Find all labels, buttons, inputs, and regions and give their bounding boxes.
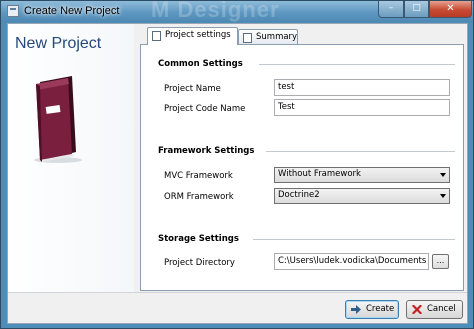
maximize-button[interactable]: □: [404, 1, 429, 18]
window-title: Create New Project: [24, 5, 120, 17]
create-button-label: Create: [366, 304, 395, 314]
dialog-window: M Designer Create New Project – □ ✕ New …: [0, 0, 474, 329]
common-settings-title: Common Settings: [158, 59, 243, 69]
dialog-client-area: New Project Project settings Summary Com…: [7, 23, 468, 324]
settings-page-icon: [152, 31, 161, 41]
summary-page-icon: [243, 33, 252, 43]
tab-page-project-settings: Common Settings Project Name test Projec…: [140, 44, 464, 291]
project-code-name-label: Project Code Name: [164, 104, 246, 114]
page-title: New Project: [15, 35, 102, 52]
tab-project-settings-label: Project settings: [165, 30, 231, 40]
arrow-right-icon: [351, 305, 361, 314]
project-directory-label: Project Directory: [164, 258, 235, 268]
orm-framework-value: Doctrine2: [278, 190, 320, 200]
mvc-framework-value: Without Framework: [278, 169, 361, 179]
bottom-divider: [8, 292, 467, 293]
framework-settings-title: Framework Settings: [158, 146, 255, 156]
storage-settings-divider: [253, 239, 455, 240]
project-directory-field[interactable]: C:\Users\ludek.vodicka\Documents: [274, 253, 429, 270]
chevron-down-icon: [440, 194, 446, 198]
project-name-label: Project Name: [164, 84, 221, 94]
tab-summary[interactable]: Summary: [238, 29, 298, 45]
title-bar[interactable]: M Designer Create New Project – □ ✕: [1, 0, 473, 22]
project-code-name-field[interactable]: Test: [274, 99, 450, 116]
cancel-button[interactable]: Cancel: [406, 300, 463, 319]
left-panel: New Project: [8, 24, 134, 292]
minimize-button[interactable]: –: [378, 1, 404, 18]
book-icon: [34, 76, 82, 163]
title-watermark: M Designer: [151, 0, 280, 22]
cancel-button-label: Cancel: [427, 304, 456, 314]
project-name-field[interactable]: test: [274, 79, 450, 96]
browse-directory-button[interactable]: ...: [432, 254, 449, 269]
chevron-down-icon: [440, 173, 446, 177]
framework-settings-divider: [266, 151, 455, 152]
mvc-framework-label: MVC Framework: [164, 171, 233, 181]
mvc-framework-select[interactable]: Without Framework: [274, 167, 450, 183]
common-settings-divider: [259, 64, 455, 65]
create-button[interactable]: Create: [345, 300, 399, 319]
close-icon: [412, 305, 422, 314]
close-button[interactable]: ✕: [429, 1, 472, 18]
tab-project-settings[interactable]: Project settings: [147, 27, 238, 45]
orm-framework-label: ORM Framework: [164, 192, 234, 202]
storage-settings-title: Storage Settings: [158, 234, 239, 244]
tab-summary-label: Summary: [256, 32, 298, 42]
window-app-icon: [7, 5, 19, 17]
orm-framework-select[interactable]: Doctrine2: [274, 188, 450, 204]
